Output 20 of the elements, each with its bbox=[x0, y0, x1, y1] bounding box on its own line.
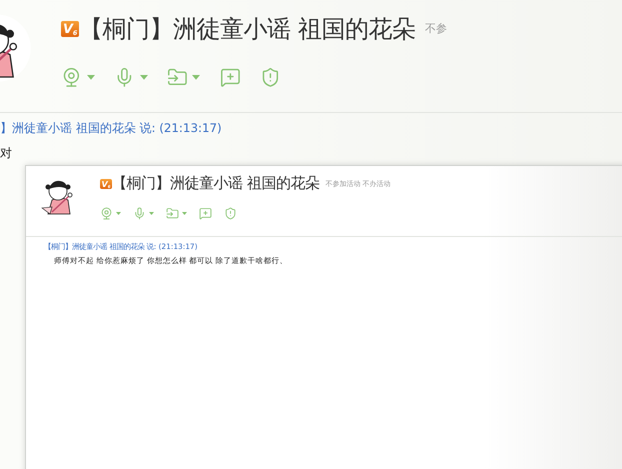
caret-icon bbox=[149, 212, 154, 215]
contact-status: 不参 bbox=[424, 21, 447, 36]
caret-icon bbox=[182, 212, 187, 215]
chat-plus-button[interactable] bbox=[220, 67, 240, 88]
folder-arrow-button[interactable] bbox=[166, 67, 200, 88]
contact-name: 【桐门】洲徒童小谣 祖国的花朵 bbox=[79, 14, 416, 45]
chat-plus-button[interactable] bbox=[199, 207, 212, 220]
caret-icon bbox=[140, 75, 148, 80]
webcam-button[interactable] bbox=[100, 207, 121, 220]
caret-icon bbox=[86, 75, 95, 80]
folder-arrow-button[interactable] bbox=[166, 207, 187, 220]
webcam-button[interactable] bbox=[61, 67, 95, 88]
contact-name: 【桐门】洲徒童小谣 祖国的花朵 bbox=[112, 174, 320, 193]
message-text: 对 bbox=[0, 145, 13, 162]
caret-icon bbox=[116, 212, 121, 215]
shield-alert-button[interactable] bbox=[224, 207, 237, 220]
message-header: 】洲徒童小谣 祖国的花朵 说: (21:13:17) bbox=[0, 120, 223, 137]
vip-badge: V$_{6}$ bbox=[61, 20, 80, 37]
microphone-button[interactable] bbox=[133, 207, 154, 220]
caret-icon bbox=[192, 75, 200, 80]
